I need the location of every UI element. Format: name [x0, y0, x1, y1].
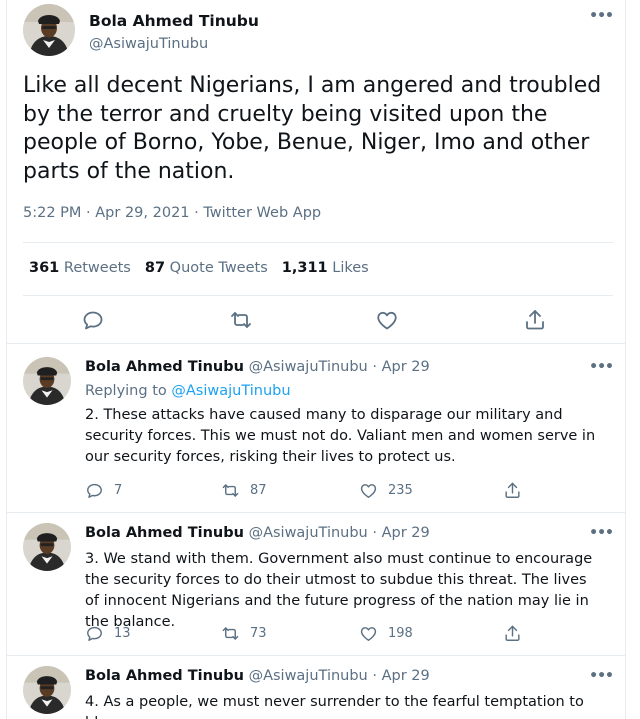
- like-button[interactable]: 235: [359, 479, 413, 501]
- share-icon: [503, 481, 522, 500]
- more-options-icon[interactable]: •••: [589, 525, 614, 541]
- author-name[interactable]: Bola Ahmed Tinubu: [89, 12, 259, 30]
- author-name[interactable]: Bola Ahmed Tinubu: [85, 359, 244, 375]
- likes-count: 1,311: [281, 260, 328, 276]
- like-count: 198: [388, 625, 413, 641]
- main-tweet-text: Like all decent Nigerians, I am angered …: [23, 73, 602, 184]
- retweet-icon: [221, 481, 240, 500]
- divider: [23, 295, 613, 296]
- author-name[interactable]: Bola Ahmed Tinubu: [85, 525, 244, 541]
- reply-text: 3. We stand with them. Government also m…: [85, 551, 593, 630]
- quotes-label: Quote Tweets: [169, 260, 268, 276]
- reply-actions: 7 87 235: [85, 479, 525, 501]
- replying-prefix: Replying to: [85, 383, 172, 399]
- quotes-stat[interactable]: 87 Quote Tweets: [145, 260, 268, 276]
- reply-button[interactable]: 13: [85, 622, 131, 644]
- share-button[interactable]: [503, 479, 532, 501]
- more-options-icon[interactable]: •••: [589, 359, 614, 375]
- like-icon[interactable]: [375, 308, 399, 332]
- reply-count: 7: [114, 482, 123, 498]
- main-tweet-actions: [7, 300, 625, 340]
- reply-text: 2. These attacks have caused many to dis…: [85, 407, 596, 465]
- divider: [7, 512, 625, 513]
- handle-date[interactable]: @AsiwajuTinubu · Apr 29: [249, 525, 430, 541]
- retweets-count: 361: [29, 260, 60, 276]
- reply-text: 4. As a people, we must never surrender …: [85, 694, 584, 719]
- quotes-count: 87: [144, 260, 166, 276]
- retweet-icon[interactable]: [229, 308, 253, 332]
- author-handle[interactable]: @AsiwajuTinubu: [89, 36, 208, 52]
- likes-label: Likes: [332, 260, 369, 276]
- reply-tweet[interactable]: Bola Ahmed Tinubu @AsiwajuTinubu · Apr 2…: [23, 523, 614, 653]
- like-icon: [359, 481, 378, 500]
- author-name[interactable]: Bola Ahmed Tinubu: [85, 668, 244, 684]
- reply-icon[interactable]: [81, 308, 105, 332]
- avatar[interactable]: [23, 666, 71, 714]
- retweet-count: 73: [250, 625, 267, 641]
- more-options-icon[interactable]: •••: [589, 8, 614, 24]
- retweet-button[interactable]: 73: [221, 622, 267, 644]
- main-tweet-header: Bola Ahmed Tinubu @AsiwajuTinubu •••: [23, 4, 614, 56]
- reply-actions: 13 73 198: [85, 622, 525, 644]
- like-button[interactable]: 198: [359, 622, 413, 644]
- retweets-label: Retweets: [63, 260, 131, 276]
- reply-icon: [85, 481, 104, 500]
- reply-button[interactable]: 7: [85, 479, 122, 501]
- divider: [23, 242, 613, 243]
- likes-stat[interactable]: 1,311 Likes: [282, 260, 369, 276]
- tweet-thread-column: Bola Ahmed Tinubu @AsiwajuTinubu ••• Lik…: [6, 0, 626, 719]
- reply-count: 13: [114, 625, 131, 641]
- retweet-count: 87: [250, 482, 267, 498]
- like-icon: [359, 624, 378, 643]
- retweets-stat[interactable]: 361 Retweets: [29, 260, 131, 276]
- retweet-button[interactable]: 87: [221, 479, 267, 501]
- like-count: 235: [388, 482, 413, 498]
- tweet-stats: 361 Retweets 87 Quote Tweets 1,311 Likes: [29, 260, 369, 276]
- reply-tweet[interactable]: Bola Ahmed Tinubu @AsiwajuTinubu · Apr 2…: [23, 666, 613, 719]
- divider: [7, 343, 625, 344]
- avatar[interactable]: [23, 357, 71, 405]
- share-icon[interactable]: [523, 308, 547, 332]
- replying-handle-link[interactable]: @AsiwajuTinubu: [171, 383, 290, 399]
- reply-icon: [85, 624, 104, 643]
- tweet-timestamp[interactable]: 5:22 PM · Apr 29, 2021 · Twitter Web App: [23, 205, 321, 221]
- handle-date[interactable]: @AsiwajuTinubu · Apr 29: [249, 359, 430, 375]
- avatar[interactable]: [23, 523, 71, 571]
- retweet-icon: [221, 624, 240, 643]
- replying-to: Replying to @AsiwajuTinubu: [85, 383, 291, 399]
- avatar[interactable]: [23, 4, 75, 56]
- share-icon: [503, 624, 522, 643]
- reply-tweet[interactable]: Bola Ahmed Tinubu @AsiwajuTinubu · Apr 2…: [23, 357, 614, 507]
- more-options-icon[interactable]: •••: [589, 668, 613, 684]
- handle-date[interactable]: @AsiwajuTinubu · Apr 29: [249, 668, 430, 684]
- divider: [7, 655, 625, 656]
- share-button[interactable]: [503, 622, 532, 644]
